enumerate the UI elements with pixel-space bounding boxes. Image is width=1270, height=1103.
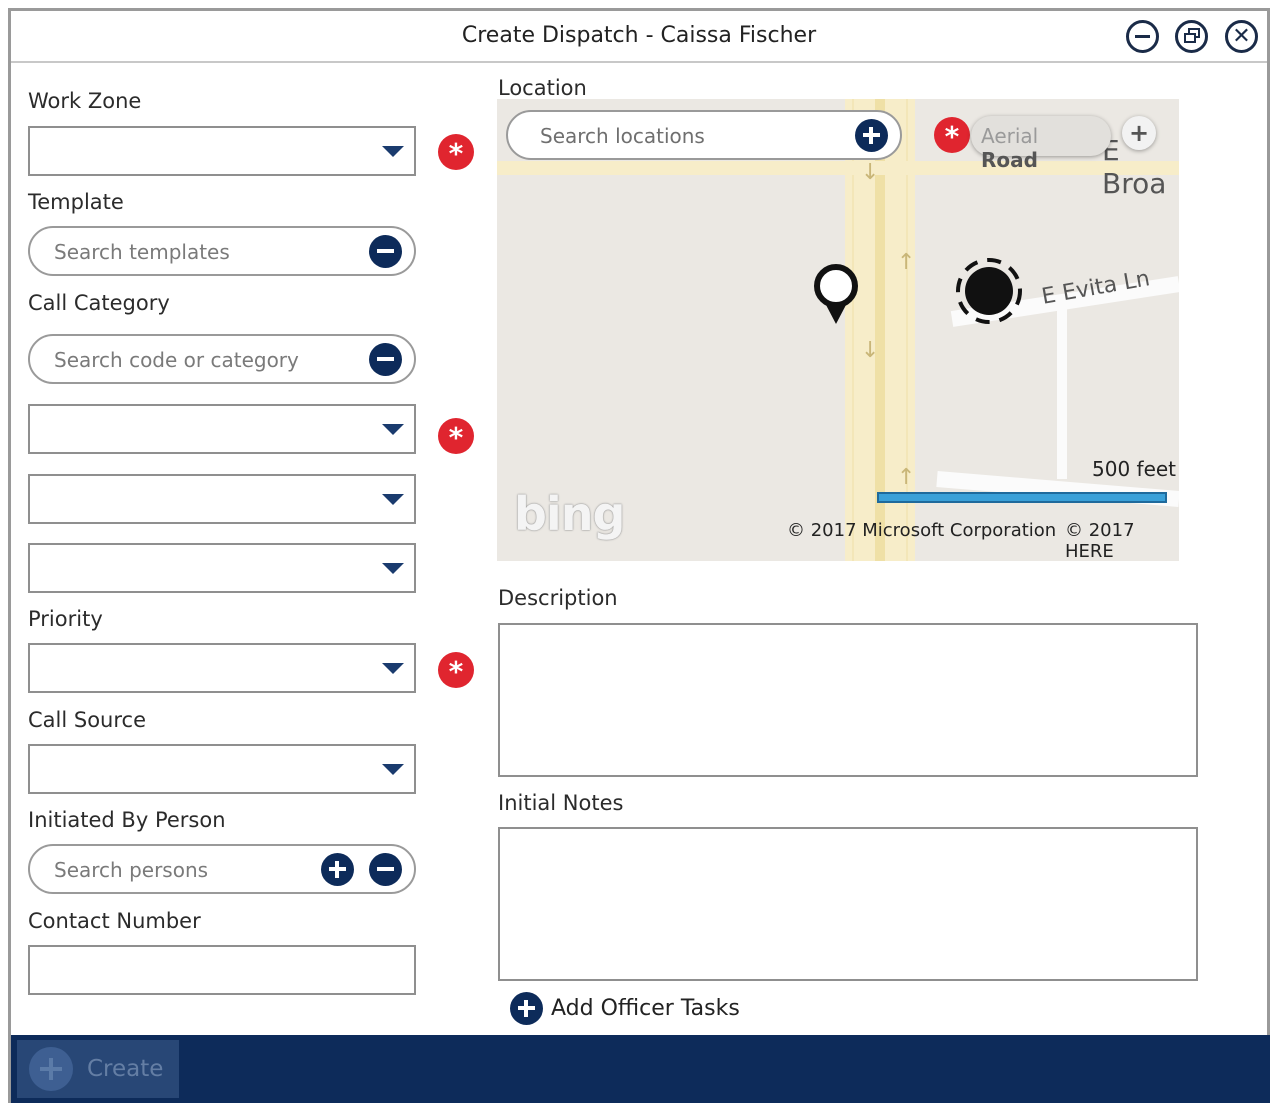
required-icon: * <box>438 652 474 688</box>
zoom-in-button[interactable]: + <box>1122 116 1156 150</box>
close-icon[interactable]: ✕ <box>1225 20 1258 53</box>
call-source-label: Call Source <box>28 708 147 732</box>
call-source-select[interactable] <box>28 744 416 794</box>
add-person-icon[interactable] <box>321 853 354 886</box>
copyright-here: © 2017 HERE <box>1065 520 1135 561</box>
template-search-input[interactable] <box>54 237 334 267</box>
copyright-microsoft: © 2017 Microsoft Corporation <box>787 520 1057 541</box>
map-type-toggle[interactable]: Aerial Road <box>971 116 1111 172</box>
chevron-down-icon <box>382 146 404 157</box>
call-category-search-input[interactable] <box>54 345 334 375</box>
chevron-down-icon <box>382 563 404 574</box>
add-icon <box>510 992 543 1025</box>
location-search-input[interactable] <box>540 121 840 151</box>
svg-text:↓: ↓ <box>861 338 879 363</box>
person-search-input[interactable] <box>54 855 334 885</box>
work-zone-label: Work Zone <box>28 89 142 113</box>
chevron-down-icon <box>382 663 404 674</box>
initial-notes-field[interactable] <box>498 827 1198 981</box>
aerial-option[interactable]: Aerial <box>981 124 1038 148</box>
create-label: Create <box>87 1056 164 1082</box>
template-search <box>28 226 416 276</box>
call-category-select-3[interactable] <box>28 543 416 593</box>
title-bar: Create Dispatch - Caissa Fischer ✕ <box>11 11 1267 63</box>
add-officer-tasks-label: Add Officer Tasks <box>551 996 740 1021</box>
location-label: Location <box>498 76 587 100</box>
svg-text:↓: ↓ <box>861 160 879 185</box>
minimize-icon[interactable] <box>1126 20 1159 53</box>
restore-icon[interactable] <box>1175 20 1208 53</box>
chevron-down-icon <box>382 764 404 775</box>
create-button[interactable]: Create <box>17 1040 179 1098</box>
call-category-search <box>28 334 416 384</box>
required-icon: * <box>438 134 474 170</box>
remove-template-icon[interactable] <box>369 235 402 268</box>
remove-person-icon[interactable] <box>369 853 402 886</box>
required-icon: * <box>934 117 970 153</box>
required-icon: * <box>438 418 474 454</box>
priority-label: Priority <box>28 607 103 631</box>
current-location-icon <box>956 258 1022 324</box>
template-label: Template <box>28 190 124 214</box>
window-title: Create Dispatch - Caissa Fischer <box>461 23 817 48</box>
contact-number-field[interactable] <box>28 945 416 995</box>
add-icon <box>29 1047 73 1091</box>
scale-bar <box>877 492 1167 503</box>
initiated-by-label: Initiated By Person <box>28 808 226 832</box>
description-label: Description <box>498 586 618 610</box>
chevron-down-icon <box>382 494 404 505</box>
call-category-select-2[interactable] <box>28 474 416 524</box>
bing-logo: bing <box>514 487 625 541</box>
road-option[interactable]: Road <box>981 148 1038 172</box>
add-officer-tasks-button[interactable]: Add Officer Tasks <box>510 992 740 1025</box>
location-search <box>506 110 902 160</box>
add-location-icon[interactable] <box>855 119 888 152</box>
initial-notes-label: Initial Notes <box>498 791 624 815</box>
footer-bar: Create <box>11 1035 1270 1103</box>
scale-label: 500 feet <box>1092 457 1177 481</box>
call-category-select-1[interactable] <box>28 404 416 454</box>
remove-category-icon[interactable] <box>369 343 402 376</box>
priority-select[interactable] <box>28 643 416 693</box>
svg-text:↑: ↑ <box>897 465 915 490</box>
location-map[interactable]: ↑ ↑ ↓ ↓ * E Broa Aerial Road + E Evita L… <box>497 99 1179 561</box>
call-category-label: Call Category <box>28 291 170 315</box>
svg-text:↑: ↑ <box>897 250 915 275</box>
work-zone-select[interactable] <box>28 126 416 176</box>
chevron-down-icon <box>382 424 404 435</box>
contact-number-label: Contact Number <box>28 909 201 933</box>
description-field[interactable] <box>498 623 1198 777</box>
initiated-by-search <box>28 844 416 894</box>
